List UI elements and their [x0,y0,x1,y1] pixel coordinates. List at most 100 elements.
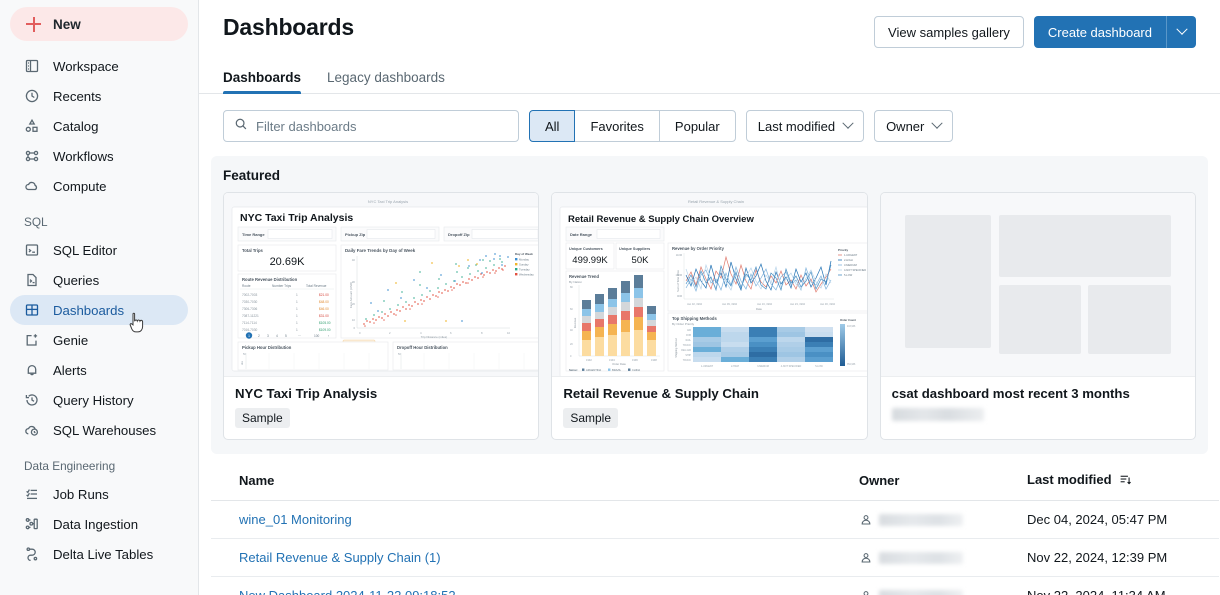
sidebar: New Workspace Recents Catalog Workflows [0,0,199,595]
history-icon [24,392,40,408]
svg-text:7087-11221: 7087-11221 [242,314,259,318]
last-modified-cell: Nov 22, 2024, 12:39 PM [1019,538,1219,577]
workflows-icon [24,148,40,164]
svg-text:1: 1 [296,307,298,311]
new-button[interactable]: New [10,7,188,41]
sidebar-item-dashboards[interactable]: Dashboards [10,295,188,325]
sidebar-item-genie[interactable]: Genie [10,325,188,355]
sidebar-item-queries[interactable]: Queries [10,265,188,295]
svg-text:10: 10 [352,318,356,322]
svg-text:ARGENTINA: ARGENTINA [586,368,601,372]
dashboard-thumbnail-skeleton [880,193,1195,377]
svg-text:Date Range: Date Range [570,232,593,237]
sidebar-item-workspace[interactable]: Workspace [10,51,188,81]
plus-icon [26,16,41,32]
dashboard-link[interactable]: wine_01 Monitoring [239,512,352,527]
owner-cell [859,551,1011,565]
svg-text:30: 30 [352,280,356,284]
table-row[interactable]: New Dashboard 2024-11-22 09:18:52 Nov 22… [211,576,1219,595]
svg-text:1998: 1998 [651,358,657,362]
svg-text:Trip Distance (miles): Trip Distance (miles) [421,335,447,339]
svg-text:1-URGENT: 1-URGENT [701,365,714,368]
filter-all-button[interactable]: All [529,110,576,142]
sidebar-item-label: SQL Editor [53,242,118,258]
svg-text:5-LOW: 5-LOW [844,273,853,277]
column-header-last-modified[interactable]: Last modified [1019,472,1219,501]
dashboard-link[interactable]: New Dashboard 2024-11-22 09:18:52 [239,588,456,595]
svg-text:1: 1 [248,334,250,338]
svg-text:$31.00: $31.00 [319,314,329,318]
user-icon [863,590,869,595]
sidebar-item-label: Compute [53,178,107,194]
sidebar-item-delta-live-tables[interactable]: Delta Live Tables [10,539,188,569]
owner-name-redacted [879,513,963,526]
column-header-owner[interactable]: Owner [851,472,1019,501]
featured-card-retail-revenue[interactable]: Retail Revenue & Supply Chain Retail Rev… [551,192,868,440]
featured-card-nyc-taxi[interactable]: NYC Taxi Trip Analysis NYC Taxi Trip Ana… [223,192,540,440]
sidebar-item-catalog[interactable]: Catalog [10,111,188,141]
svg-text:4-NOT SPECIFIED: 4-NOT SPECIFIED [781,365,802,368]
sidebar-item-label: Workflows [53,148,114,164]
tab-dashboards[interactable]: Dashboards [223,70,302,94]
svg-text:FOB: FOB [686,334,691,337]
nyc-taxi-thumbnail-preview: NYC Taxi Trip Analysis NYC Taxi Trip Ana… [224,193,539,376]
featured-section: Featured NYC Taxi Trip Analysis NYC Taxi… [211,156,1208,454]
sidebar-item-compute[interactable]: Compute [10,171,188,201]
svg-text:20.69K: 20.69K [270,256,306,268]
table-row[interactable]: wine_01 Monitoring Dec 04, 2024, 05:47 P… [211,500,1219,539]
create-dashboard-dropdown-button[interactable] [1166,16,1196,48]
sidebar-item-query-history[interactable]: Query History [10,385,188,415]
search-input[interactable] [256,118,508,134]
tab-legacy-dashboards[interactable]: Legacy dashboards [327,70,445,93]
page-title: Dashboards [223,14,354,40]
search-box[interactable] [223,110,519,142]
chevron-down-icon [1175,23,1188,35]
featured-card-csat[interactable]: csat dashboard most recent 3 months [879,192,1196,440]
svg-text:7030-7030: 7030-7030 [242,300,257,304]
svg-text:Jan 23, 1994: Jan 23, 1994 [790,302,806,306]
svg-text:$48.00: $48.00 [319,300,329,304]
catalog-icon [24,118,40,134]
owner-dropdown[interactable]: Owner [874,110,954,142]
sidebar-item-alerts[interactable]: Alerts [10,355,188,385]
heatmap-cells [693,327,834,362]
svg-text:100: 100 [314,334,320,338]
filter-favorites-button[interactable]: Favorites [574,110,660,142]
sidebar-item-label: Dashboards [53,302,125,318]
sort-dropdown[interactable]: Last modified [745,110,865,142]
tab-bar: Dashboards Legacy dashboards [199,54,1220,94]
sidebar-item-workflows[interactable]: Workflows [10,141,188,171]
sidebar-item-data-ingestion[interactable]: Data Ingestion [10,509,188,539]
featured-title: Featured [223,168,281,183]
cloud-icon [24,178,40,194]
sidebar-section-sql: SQL [24,215,48,229]
svg-text:1: 1 [296,314,298,318]
svg-text:Order Date: Order Date [612,362,626,366]
svg-text:$46.00: $46.00 [319,307,329,311]
svg-text:Jan 09, 1994: Jan 09, 1994 [722,302,738,306]
filter-bar: All Favorites Popular Last modified Owne… [199,94,1220,142]
svg-text:Shipping Method: Shipping Method [674,338,678,358]
sidebar-item-sql-warehouses[interactable]: SQL Warehouses [10,415,188,445]
last-modified-cell: Dec 04, 2024, 05:47 PM [1019,500,1219,539]
svg-text:1: 1 [296,293,298,297]
svg-text:$21.00: $21.00 [319,293,329,297]
svg-text:Top Shipping Methods: Top Shipping Methods [672,316,717,321]
sidebar-item-recents[interactable]: Recents [10,81,188,111]
view-samples-gallery-button[interactable]: View samples gallery [874,16,1024,48]
filter-popular-button[interactable]: Popular [658,110,736,142]
svg-text:Pickup Zip: Pickup Zip [345,232,366,237]
sidebar-item-sql-editor[interactable]: SQL Editor [10,235,188,265]
svg-text:354,936: 354,936 [847,364,856,366]
card-body: NYC Taxi Trip Analysis Sample [224,377,538,439]
svg-text:Monday: Monday [519,258,530,262]
dashboard-link[interactable]: Retail Revenue & Supply Chain (1) [239,550,441,565]
create-dashboard-button[interactable]: Create dashboard [1033,16,1166,48]
svg-text:3: 3 [267,334,269,338]
column-header-name[interactable]: Name [211,472,851,501]
svg-text:Sum of Total Price: Sum of Total Price [676,270,680,292]
sidebar-item-job-runs[interactable]: Job Runs [10,479,188,509]
svg-text:RAIL: RAIL [686,339,692,342]
table-row[interactable]: Retail Revenue & Supply Chain (1) Nov 22… [211,538,1219,577]
sidebar-item-label: Query History [53,392,134,408]
